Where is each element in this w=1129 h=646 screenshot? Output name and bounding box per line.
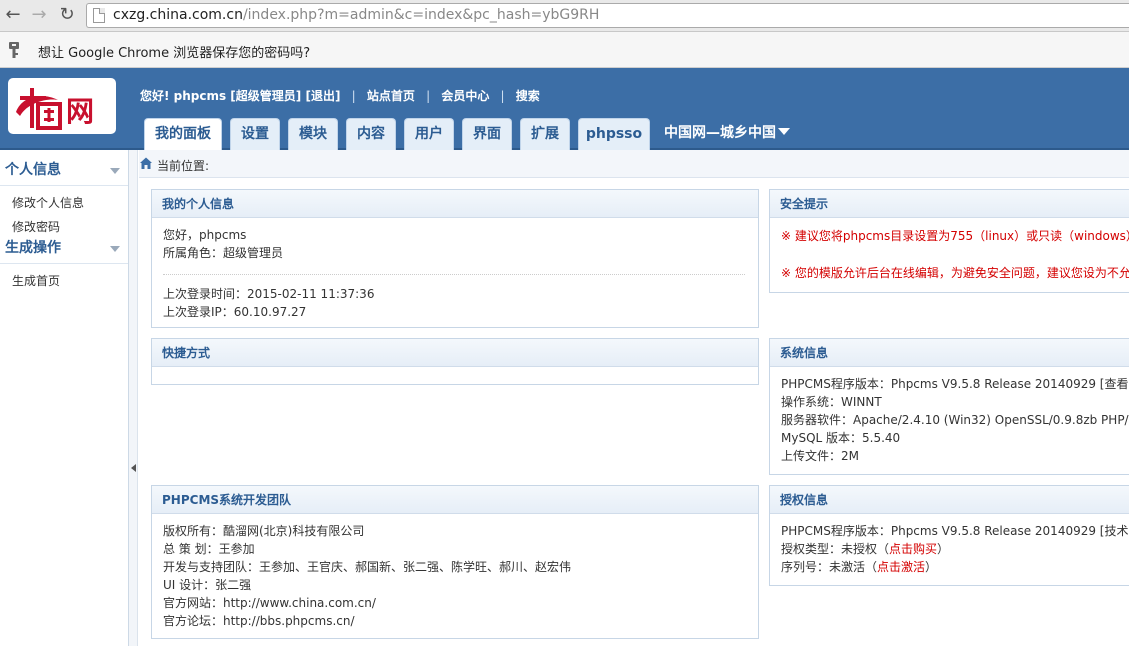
system-info-line: MySQL 版本：5.5.40 [781,431,901,445]
team-line: 版权所有：酷溜网(北京)科技有限公司 [163,524,365,538]
site-selector-label: 中国网—城乡中国 [664,125,776,141]
tab-content[interactable]: 内容 [346,118,396,150]
last-login-ip: 上次登录IP：60.10.97.27 [163,305,307,319]
license-version: PHPCMS程序版本：Phpcms V9.5.8 Release 2014092… [781,524,1129,538]
last-login-time: 上次登录时间：2015-02-11 11:37:36 [163,287,375,301]
china-logo[interactable]: 网 [8,78,116,134]
back-icon[interactable]: ← [2,4,24,26]
top-links: 您好! phpcms [超级管理员] [退出] | 站点首页 | 会员中心 | … [140,87,540,104]
system-info-line: PHPCMS程序版本：Phpcms V9.5.8 Release 2014092… [781,377,1129,391]
hello-text: 您好，phpcms [163,228,247,242]
search-link[interactable]: 搜索 [516,87,540,104]
panel-title: 安全提示 [770,190,1129,218]
system-info-line: 服务器软件：Apache/2.4.10 (Win32) OpenSSL/0.9.… [781,413,1129,427]
tab-phpsso[interactable]: phpsso [578,118,650,150]
password-prompt: 想让 Google Chrome 浏览器保存您的密码吗? [38,46,311,61]
logout-link[interactable]: [退出] [305,87,340,104]
collapse-triangle-icon [110,246,120,252]
home-icon [140,157,152,169]
sidebar-group-personal[interactable]: 个人信息 [0,158,128,186]
tab-settings[interactable]: 设置 [230,118,280,150]
tab-interface[interactable]: 界面 [462,118,512,150]
caret-down-icon [778,128,790,135]
browser-toolbar: ← → ↻ cxzg.china.com.cn/index.php?m=admi… [0,0,1129,32]
forward-icon[interactable]: → [28,4,50,26]
divider [163,274,745,275]
page-icon [93,8,105,23]
security-tip: ※ 建议您将phpcms目录设置为755（linux）或只读（windows）， [781,229,1129,243]
activate-link[interactable]: 点击激活 [877,560,925,574]
buy-link[interactable]: 点击购买 [889,542,937,556]
sidebar: 个人信息 修改个人信息 修改密码 生成操作 生成首页 [0,150,129,646]
official-site-link[interactable]: 官方网站：http://www.china.com.cn/ [163,594,747,612]
team-line: 总 策 划：王参加 [163,542,255,556]
system-info-line: 上传文件：2M [781,449,859,463]
greeting: 您好! phpcms [超级管理员] [140,89,302,103]
app-header: 网 您好! phpcms [超级管理员] [退出] | 站点首页 | 会员中心 … [0,68,1129,151]
password-infobar: 想让 Google Chrome 浏览器保存您的密码吗? [0,32,1129,68]
collapse-triangle-icon [110,168,120,174]
reload-icon[interactable]: ↻ [56,4,78,26]
site-selector[interactable]: 中国网—城乡中国 [664,122,790,142]
shortcut-panel: 快捷方式 [151,338,759,385]
tab-extensions[interactable]: 扩展 [520,118,570,150]
team-line: 开发与支持团队：王参加、王官庆、郝国新、张二强、陈学旺、郝川、赵宏伟 [163,560,572,574]
sidebar-group-title: 生成操作 [5,240,61,256]
tab-users[interactable]: 用户 [404,118,454,150]
site-home-link[interactable]: 站点首页 [367,87,415,104]
url-text[interactable]: cxzg.china.com.cn/index.php?m=admin&c=in… [113,7,599,23]
team-line: UI 设计：张二强 [163,578,252,592]
sidebar-item-edit-profile[interactable]: 修改个人信息 [12,194,84,211]
panel-title: 系统信息 [770,339,1129,367]
sidebar-collapse-bar[interactable] [129,150,138,646]
tab-modules[interactable]: 模块 [288,118,338,150]
sidebar-item-change-password[interactable]: 修改密码 [12,218,60,235]
panel-title: PHPCMS系统开发团队 [152,486,758,514]
sidebar-group-title: 个人信息 [5,162,61,178]
key-icon [9,42,19,58]
license-type: 授权类型：未授权（点击购买） [781,542,950,556]
logo-text: 网 [66,95,94,128]
panel-title: 我的个人信息 [152,190,758,218]
system-info-panel: 系统信息 PHPCMS程序版本：Phpcms V9.5.8 Release 20… [769,338,1129,475]
tab-my-panel[interactable]: 我的面板 [144,118,222,151]
panel-title: 授权信息 [770,486,1129,514]
breadcrumb: 当前位置: [139,150,1129,178]
official-forum-link[interactable]: 官方论坛：http://bbs.phpcms.cn/ [163,612,747,630]
breadcrumb-label: 当前位置: [157,159,210,173]
address-bar[interactable]: cxzg.china.com.cn/index.php?m=admin&c=in… [86,3,1129,28]
personal-info-panel: 我的个人信息 您好，phpcms 所属角色：超级管理员 上次登录时间：2015-… [151,189,759,328]
security-tip: ※ 您的模版允许后台在线编辑，为避免安全问题，建议您设为不允 [781,266,1129,280]
serial-number: 序列号：未激活（点击激活） [781,560,938,574]
system-info-line: 操作系统：WINNT [781,395,882,409]
collapse-left-icon [131,464,136,472]
sidebar-group-generate[interactable]: 生成操作 [0,236,128,264]
logo-emblem-icon [16,88,62,130]
member-center-link[interactable]: 会员中心 [441,87,489,104]
dev-team-panel: PHPCMS系统开发团队 版权所有：酷溜网(北京)科技有限公司 总 策 划：王参… [151,485,759,639]
role-text: 所属角色：超级管理员 [163,246,284,260]
license-info-panel: 授权信息 PHPCMS程序版本：Phpcms V9.5.8 Release 20… [769,485,1129,586]
security-tips-panel: 安全提示 ※ 建议您将phpcms目录设置为755（linux）或只读（wind… [769,189,1129,293]
sidebar-item-generate-home[interactable]: 生成首页 [12,272,60,289]
panel-title: 快捷方式 [152,339,758,367]
